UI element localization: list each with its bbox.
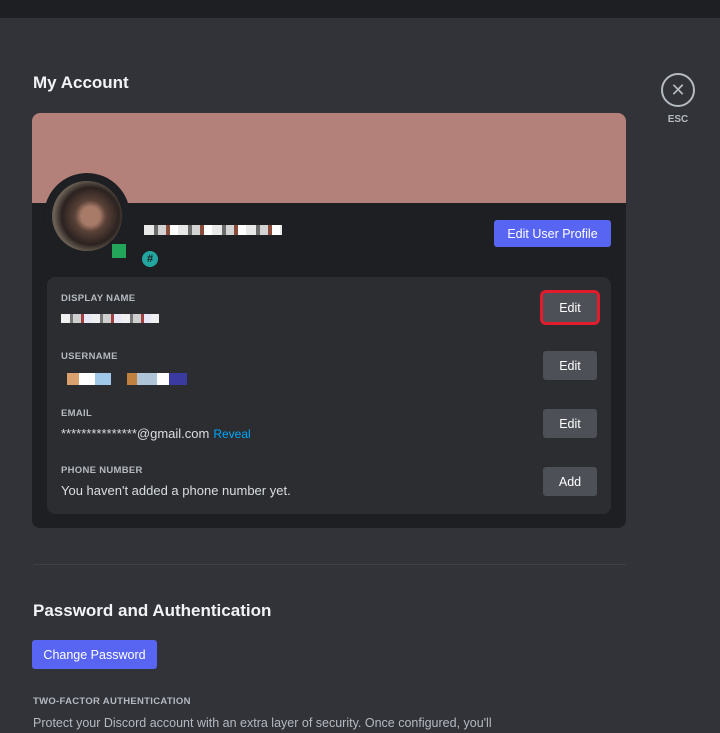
section-divider bbox=[33, 564, 626, 565]
account-card: # Edit User Profile DISPLAY NAME Edit US… bbox=[32, 113, 626, 528]
display-name-value-redacted bbox=[61, 314, 159, 323]
email-value: ***************@gmail.com Reveal bbox=[61, 426, 251, 441]
display-name-edit-button[interactable]: Edit bbox=[540, 290, 600, 325]
email-edit-button[interactable]: Edit bbox=[543, 409, 597, 438]
online-status-icon bbox=[109, 241, 129, 261]
close-icon: ✕ bbox=[670, 79, 686, 100]
hashtag-badge-icon: # bbox=[142, 251, 158, 267]
username-value-redacted bbox=[67, 373, 187, 385]
account-info-panel: DISPLAY NAME Edit USERNAME Edit EMAIL **… bbox=[47, 277, 611, 514]
reveal-email-link[interactable]: Reveal bbox=[213, 427, 250, 441]
username-label: USERNAME bbox=[61, 351, 118, 362]
display-name-label: DISPLAY NAME bbox=[61, 293, 136, 304]
phone-add-button[interactable]: Add bbox=[543, 467, 597, 496]
close-label: ESC bbox=[667, 114, 689, 125]
two-factor-description: Protect your Discord account with an ext… bbox=[33, 716, 492, 730]
edit-user-profile-button[interactable]: Edit User Profile bbox=[494, 220, 611, 247]
email-label: EMAIL bbox=[61, 408, 93, 419]
email-masked: ***************@gmail.com bbox=[61, 426, 210, 441]
two-factor-label: TWO-FACTOR AUTHENTICATION bbox=[33, 696, 191, 707]
change-password-button[interactable]: Change Password bbox=[32, 640, 157, 669]
phone-value: You haven't added a phone number yet. bbox=[61, 483, 291, 498]
password-section-title: Password and Authentication bbox=[33, 601, 272, 620]
username-edit-button[interactable]: Edit bbox=[543, 351, 597, 380]
profile-name-redacted bbox=[144, 225, 282, 235]
top-bar bbox=[0, 0, 720, 18]
phone-label: PHONE NUMBER bbox=[61, 465, 143, 476]
close-button[interactable]: ✕ bbox=[661, 73, 695, 107]
page-title: My Account bbox=[33, 73, 129, 92]
